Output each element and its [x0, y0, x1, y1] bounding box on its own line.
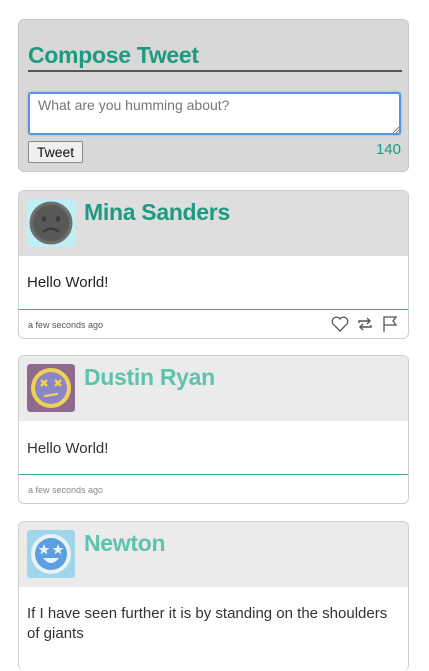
tweet-card: Newton If I have seen further it is by s… [18, 521, 409, 671]
tweet-footer: a few seconds ago [19, 309, 408, 338]
tweet-footer: a few seconds ago [19, 474, 408, 503]
tweet-header: Newton [19, 522, 408, 587]
tweet-text: Hello World! [27, 440, 109, 457]
timestamp: a few seconds ago [28, 485, 104, 495]
retweet-icon[interactable] [355, 314, 375, 334]
tweet-text: If I have seen further it is by standing… [27, 605, 388, 642]
tweet-button[interactable]: Tweet [28, 141, 83, 163]
compose-panel: Compose Tweet Tweet 140 [18, 19, 409, 172]
resize-handle-icon[interactable] [392, 126, 399, 133]
tweet-header: Mina Sanders [19, 191, 408, 256]
compose-title: Compose Tweet [28, 40, 402, 72]
heart-icon[interactable] [330, 314, 350, 334]
flag-icon[interactable] [380, 314, 400, 334]
tweet-text: Hello World! [27, 274, 109, 291]
frown-face-icon [27, 199, 75, 247]
tweet-input[interactable] [28, 92, 401, 135]
timestamp: a few seconds ago [28, 320, 104, 330]
author-name: Newton [84, 530, 166, 556]
dizzy-face-icon [27, 364, 75, 412]
author-name: Dustin Ryan [84, 364, 215, 390]
star-eyes-face-icon [27, 530, 75, 578]
char-counter: 140 [375, 141, 401, 158]
tweet-card: Mina Sanders Hello World! a few seconds … [18, 190, 409, 339]
author-name: Mina Sanders [84, 199, 230, 225]
tweet-actions [330, 314, 400, 334]
tweet-card: Dustin Ryan Hello World! a few seconds a… [18, 355, 409, 504]
tweet-header: Dustin Ryan [19, 356, 408, 421]
